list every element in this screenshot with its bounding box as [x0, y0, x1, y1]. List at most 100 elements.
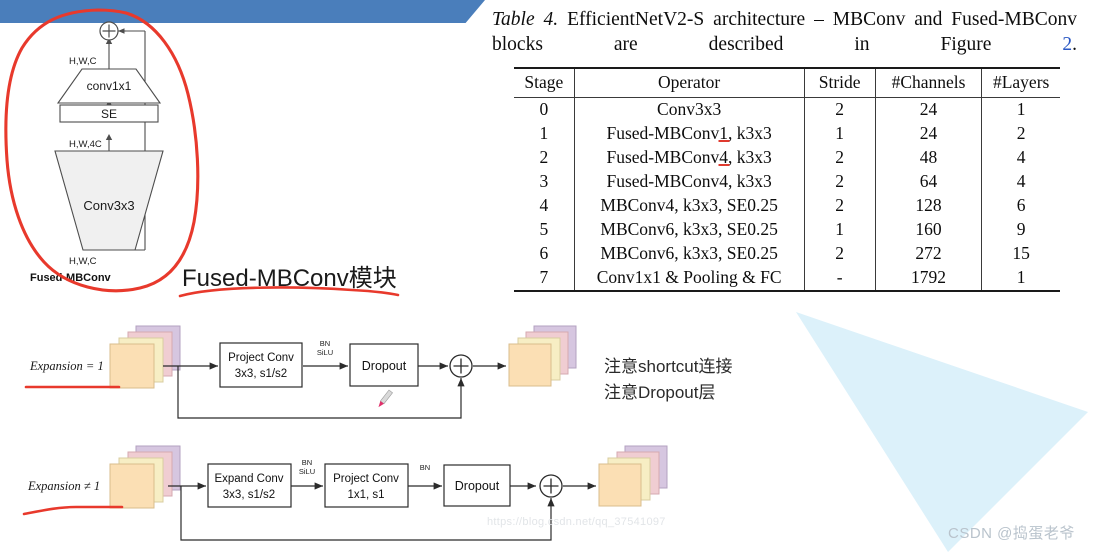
cell-channels: 160: [874, 217, 982, 242]
add-node-bot: [539, 474, 563, 498]
cell-stage: 4: [539, 195, 549, 216]
svg-text:H,W,C: H,W,C: [69, 56, 97, 67]
expansion-eq1-figure: Expansion = 1 Project Conv 3x3, s1/s2 BN…: [18, 312, 578, 430]
add-node: [99, 21, 119, 41]
cell-stage: 1: [539, 123, 549, 144]
input-feature-stack: [109, 445, 181, 509]
project-conv-block: Project Conv 1x1, s1: [324, 463, 409, 508]
efficientnetv2-architecture-table: Stage Operator Stride #Channels #Layers …: [514, 66, 1060, 292]
header-stage: Stage: [514, 66, 575, 98]
svg-text:Dropout: Dropout: [362, 359, 407, 373]
cell-layers: 4: [981, 145, 1060, 170]
svg-text:Expand Conv: Expand Conv: [214, 473, 283, 485]
table-caption: Table 4. EfficientNetV2-S architecture –…: [492, 8, 1077, 58]
cell-layers: 1: [981, 96, 1060, 122]
edge-label-bn: BN: [302, 458, 312, 467]
cell-stride: 2: [803, 169, 876, 194]
red-underline-mark: 4: [719, 147, 729, 168]
table-header-row: Stage Operator Stride #Channels #Layers: [514, 66, 1060, 98]
cell-layers: 15: [981, 241, 1060, 266]
cell-stage: 5: [539, 219, 549, 240]
cell-operator: Conv1x1 & Pooling & FC: [573, 265, 805, 292]
red-underline-bot: [22, 505, 124, 516]
cell-operator: Conv3x3: [573, 96, 805, 122]
table-row: 3 Fused-MBConv4, k3x3 2 64 4: [514, 169, 1060, 194]
add-node-mid: [449, 354, 473, 378]
cell-operator: MBConv4, k3x3, SE0.25: [573, 193, 805, 218]
expansion-label-mid: Expansion = 1: [29, 359, 104, 373]
cell-stride: 2: [803, 96, 876, 122]
csdn-watermark: CSDN @捣蛋老爷: [948, 525, 1075, 542]
cell-layers: 6: [981, 193, 1060, 218]
table-caption-period: .: [1072, 33, 1077, 55]
svg-text:Dropout: Dropout: [455, 479, 500, 493]
decorative-triangle: [796, 312, 1088, 552]
architecture-table-region: Table 4. EfficientNetV2-S architecture –…: [492, 8, 1084, 292]
svg-text:3x3, s1/s2: 3x3, s1/s2: [235, 368, 287, 380]
edge-label-silu: SiLU: [299, 467, 315, 476]
output-feature-stack: [598, 445, 668, 507]
cell-layers: 1: [981, 265, 1060, 292]
blog-url-watermark: https://blog.csdn.net/qq_37541097: [487, 516, 666, 528]
cell-layers: 9: [981, 217, 1060, 242]
cell-stage: 2: [539, 147, 549, 168]
svg-text:H,W,4C: H,W,4C: [69, 139, 102, 150]
input-feature-stack: [109, 325, 181, 389]
cell-stage: 6: [539, 243, 549, 264]
fused-mbconv-figure: conv1x1 SE Conv3x3 H,W,C H,W,4C H,W,C Fu…: [14, 14, 204, 284]
svg-text:1x1, s1: 1x1, s1: [347, 489, 384, 501]
edge-label-bn2: BN: [420, 463, 430, 472]
table-row: 0 Conv3x3 2 24 1: [514, 96, 1060, 122]
cell-channels: 272: [874, 241, 982, 266]
project-conv-block: Project Conv 3x3, s1/s2: [219, 342, 303, 388]
svg-text:Conv3x3: Conv3x3: [83, 198, 134, 213]
svg-text:Fused-MBConv: Fused-MBConv: [30, 272, 112, 284]
red-underline-mark: 1: [719, 123, 729, 144]
svg-text:SE: SE: [101, 107, 117, 121]
cell-stride: 1: [803, 217, 876, 242]
note-dropout: 注意Dropout层: [604, 383, 716, 403]
svg-text:Project Conv: Project Conv: [333, 473, 399, 485]
cell-layers: 2: [981, 121, 1060, 146]
svg-text:Project Conv: Project Conv: [228, 352, 294, 364]
header-channels: #Channels: [874, 66, 982, 98]
header-stride: Stride: [803, 66, 876, 98]
cell-channels: 24: [874, 96, 982, 122]
table-row: 1 Fused-MBConv1, k3x3 1 24 2: [514, 121, 1060, 146]
cell-channels: 1792: [874, 265, 982, 292]
cell-channels: 24: [874, 121, 982, 146]
table-row: 5 MBConv6, k3x3, SE0.25 1 160 9: [514, 217, 1060, 242]
cell-stage: 3: [539, 171, 549, 192]
figure-reference-link[interactable]: 2: [1062, 34, 1072, 55]
expansion-neq1-figure: Expansion ≠ 1 Expand Conv 3x3, s1/s2 BN …: [18, 432, 683, 550]
cell-operator: MBConv6, k3x3, SE0.25: [573, 241, 805, 266]
cell-operator: Fused-MBConv4, k3x3: [573, 169, 805, 194]
header-layers: #Layers: [981, 66, 1060, 98]
cell-channels: 48: [874, 145, 982, 170]
svg-text:conv1x1: conv1x1: [87, 79, 132, 93]
svg-text:H,W,C: H,W,C: [69, 256, 97, 267]
cell-operator: MBConv6, k3x3, SE0.25: [573, 217, 805, 242]
expand-conv-block: Expand Conv 3x3, s1/s2: [207, 463, 292, 508]
table-caption-text: EfficientNetV2-S architecture – MBConv a…: [492, 9, 1077, 55]
cell-channels: 64: [874, 169, 982, 194]
output-feature-stack: [508, 325, 577, 387]
header-operator: Operator: [573, 66, 805, 98]
cell-layers: 4: [981, 169, 1060, 194]
slide-canvas: conv1x1 SE Conv3x3 H,W,C H,W,4C H,W,C Fu…: [0, 0, 1095, 555]
cell-stride: 2: [803, 241, 876, 266]
dropout-block: Dropout: [443, 464, 511, 507]
svg-text:3x3, s1/s2: 3x3, s1/s2: [223, 489, 275, 501]
table-row: 6 MBConv6, k3x3, SE0.25 2 272 15: [514, 241, 1060, 266]
cell-stride: 2: [803, 145, 876, 170]
edge-label-silu: SiLU: [317, 348, 333, 357]
cell-stride: -: [803, 265, 876, 292]
cell-operator: Fused-MBConv1, k3x3: [573, 121, 805, 146]
note-shortcut: 注意shortcut连接: [604, 357, 733, 376]
title-red-underline: [178, 286, 400, 298]
edge-label-bn: BN: [320, 339, 330, 348]
expansion-label-bot: Expansion ≠ 1: [27, 479, 100, 493]
cell-operator: Fused-MBConv4, k3x3: [573, 145, 805, 170]
table-row: 2 Fused-MBConv4, k3x3 2 48 4: [514, 145, 1060, 170]
table-caption-label: Table 4.: [492, 9, 559, 30]
